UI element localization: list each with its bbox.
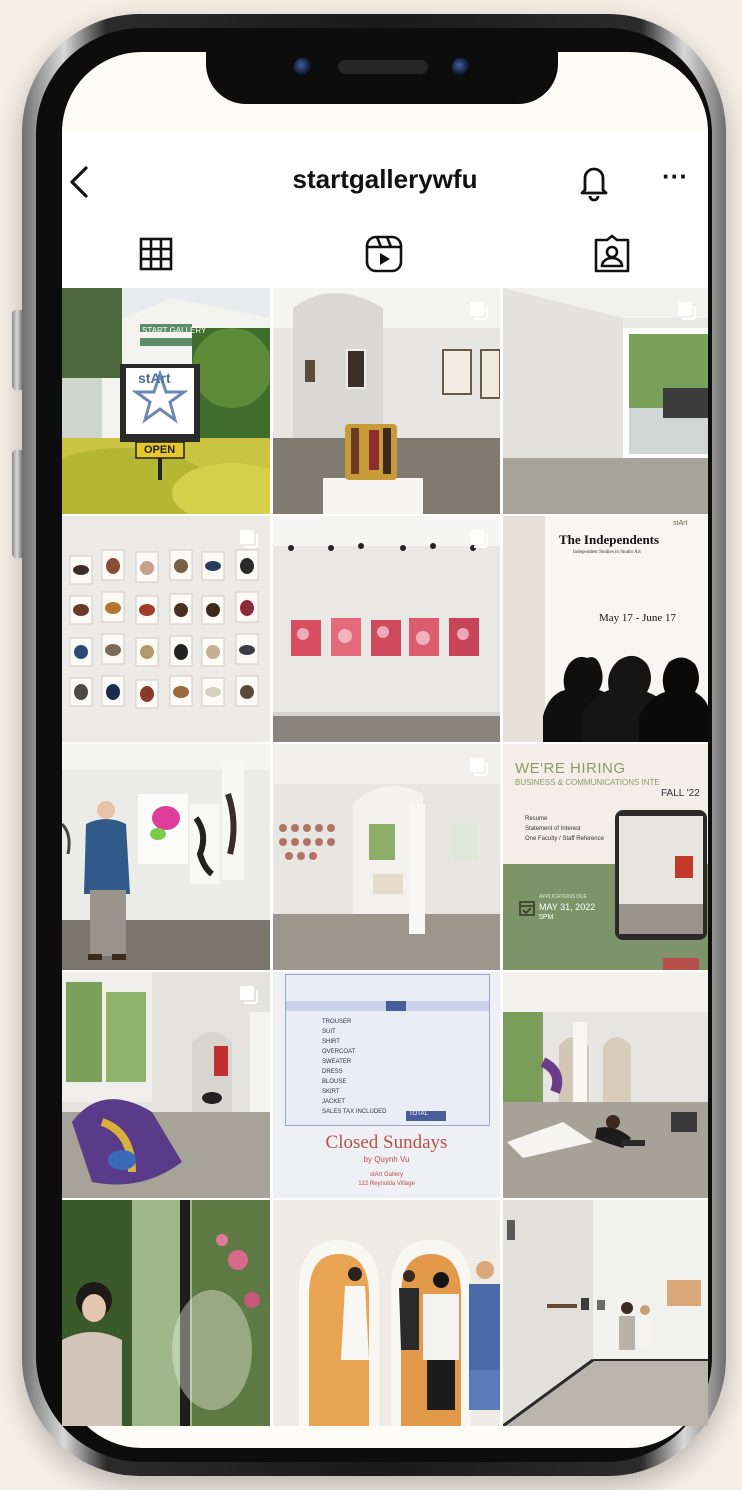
post-image-gallery-sign — [62, 288, 270, 514]
grid-post[interactable] — [273, 744, 500, 970]
tab-tagged[interactable] — [582, 232, 642, 276]
bell-icon — [580, 167, 608, 202]
ticket-row: SALES TAX INCLUDED — [322, 1109, 387, 1115]
poster-title: The Independents — [559, 532, 660, 547]
tablet-floor — [619, 904, 703, 934]
hiring-subheading: BUSINESS & COMMUNICATIONS INTE — [515, 778, 660, 787]
tab-grid[interactable] — [126, 232, 186, 276]
hiring-item: One Faculty / Staff Reference — [525, 836, 604, 842]
more-options-button[interactable]: ··· — [660, 163, 690, 189]
tablet-art — [675, 856, 693, 878]
grid-post[interactable] — [273, 516, 500, 742]
post-image-man-with-art — [62, 744, 270, 970]
poster-logo: stArt — [673, 520, 688, 527]
multiple-photos-icon — [470, 302, 488, 320]
ticket-row: SUIT — [322, 1029, 336, 1035]
closed-sundays-address: 122 Reynolda Village — [358, 1181, 415, 1187]
multiple-photos-icon — [240, 986, 258, 1004]
ticket-total: TOTAL — [406, 1111, 446, 1121]
grid-post[interactable]: START GALLERY stArt OPEN — [62, 288, 270, 514]
hiring-item: Statement of Interest — [525, 826, 581, 832]
closed-sundays-title: Closed Sundays — [325, 1132, 448, 1153]
phone-speaker — [338, 60, 428, 74]
ticket-row: DRESS — [322, 1069, 343, 1075]
grid-icon — [139, 237, 173, 271]
grid-post[interactable] — [273, 288, 500, 514]
grid-post[interactable]: stArt The Independents Independent Studi… — [503, 516, 708, 742]
grid-post[interactable] — [503, 972, 708, 1198]
poster-subtitle: Independent Studies in Studio Art — [573, 550, 641, 555]
grid-post[interactable] — [62, 516, 270, 742]
sign-text: START GALLERY — [142, 326, 207, 335]
ticket-hour — [386, 1001, 406, 1011]
multiple-photos-icon — [470, 758, 488, 776]
ticket-row: TROUSER — [322, 1019, 352, 1025]
grid-post[interactable]: TROUSER SUIT SHIRT OVERCOAT SWEATER DRES… — [273, 972, 500, 1198]
side-button-volume-down — [12, 450, 22, 558]
grid-post[interactable] — [62, 972, 270, 1198]
hiring-heading: WE'RE HIRING — [515, 760, 626, 777]
tagged-icon — [594, 234, 630, 273]
post-image-gallery-arches — [273, 744, 500, 970]
ticket-row: JACKET — [322, 1099, 346, 1105]
grid-post[interactable] — [273, 1200, 500, 1426]
multiple-photos-icon — [678, 302, 696, 320]
multiple-photos-icon — [470, 530, 488, 548]
posts-grid: START GALLERY stArt OPEN stArt The Indep… — [62, 288, 708, 1426]
hiring-item: Resume — [525, 816, 548, 822]
multiple-photos-icon — [240, 530, 258, 548]
hiring-due-time: 5PM — [539, 914, 554, 921]
grid-post[interactable] — [62, 1200, 270, 1426]
notifications-button[interactable] — [576, 162, 612, 202]
tablet-screen — [619, 816, 703, 934]
grid-post[interactable] — [503, 1200, 708, 1426]
post-image-red-paintings — [273, 516, 500, 742]
ticket-row: SKIRT — [322, 1089, 340, 1095]
ticket-row: SWEATER — [322, 1059, 352, 1065]
grid-post[interactable]: WE'RE HIRING BUSINESS & COMMUNICATIONS I… — [503, 744, 708, 970]
hiring-logo-block — [663, 958, 699, 970]
post-image-installation — [503, 972, 708, 1198]
front-camera-left — [294, 58, 312, 76]
instagram-profile: startgallerywfu ··· START GALLERY stArt … — [62, 132, 708, 1426]
top-bar: startgallerywfu ··· — [62, 132, 708, 228]
ticket-row: BLOUSE — [322, 1079, 347, 1085]
front-camera-right — [452, 58, 470, 76]
ticket-row: OVERCOAT — [322, 1049, 356, 1055]
tab-reels[interactable] — [354, 232, 414, 276]
hiring-tablet — [615, 810, 707, 940]
closed-sundays-venue: stArt Gallery — [369, 1172, 403, 1178]
post-image-gallery-vase — [273, 288, 500, 514]
closed-sundays-byline: by Quynh Vu — [363, 1155, 410, 1164]
profile-tabs — [62, 228, 708, 288]
poster-background — [503, 516, 545, 742]
hiring-season: FALL '22 — [661, 788, 700, 799]
hiring-due-date: MAY 31, 2022 — [539, 902, 596, 912]
sign-logo: stArt — [138, 370, 171, 386]
poster-dates: May 17 - June 17 — [599, 612, 676, 624]
ticket-row: SHIRT — [322, 1039, 340, 1045]
poster-silhouettes — [543, 655, 708, 742]
dry-clean-ticket: TROUSER SUIT SHIRT OVERCOAT SWEATER DRES… — [285, 974, 490, 1126]
post-image-gallery-walls — [503, 1200, 708, 1426]
grid-post[interactable] — [62, 744, 270, 970]
open-sign: OPEN — [144, 444, 176, 456]
calendar-icon — [519, 901, 535, 916]
side-button-volume-up — [12, 310, 22, 390]
grid-post[interactable] — [503, 288, 708, 514]
post-image-visitors — [273, 1200, 500, 1426]
hiring-due-label: APPLICATIONS DUE — [539, 894, 587, 900]
reels-icon — [365, 235, 403, 273]
post-image-woman-plants — [62, 1200, 270, 1426]
